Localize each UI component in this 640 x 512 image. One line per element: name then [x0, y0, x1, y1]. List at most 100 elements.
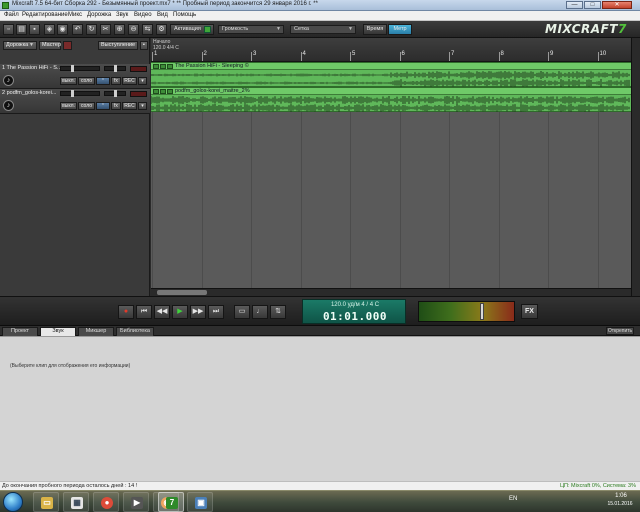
track-menu-icon[interactable]: ▾: [138, 102, 147, 110]
clip-channel-icon[interactable]: [167, 64, 173, 69]
zoom-in-icon[interactable]: ⊕: [114, 24, 125, 35]
track-name[interactable]: 1 The Passion HiFi - S...: [2, 65, 60, 71]
scrollbar-thumb[interactable]: [157, 290, 207, 295]
clip-loop-icon[interactable]: [153, 89, 159, 94]
rewind-to-start-button[interactable]: ⏮: [136, 305, 152, 319]
taskbar-app-media[interactable]: ▶: [123, 492, 149, 512]
import-icon[interactable]: ◈: [44, 24, 55, 35]
tab-library[interactable]: Библиотека: [116, 327, 154, 336]
instrument-icon[interactable]: ♪: [3, 75, 14, 86]
menu-sound[interactable]: Звук: [116, 12, 128, 18]
metronome-button[interactable]: ♩: [252, 305, 268, 319]
open-icon[interactable]: ▤: [16, 24, 27, 35]
save-icon[interactable]: ▪: [29, 24, 40, 35]
track-header-1[interactable]: 1 The Passion HiFi - S... ♪ выкл. соло ⌃…: [0, 64, 150, 89]
loop-icon[interactable]: ⇆: [142, 24, 153, 35]
track-header-2[interactable]: 2 podfm_golos-korei... ♪ выкл. соло ⌃ fx…: [0, 89, 150, 114]
menu-file[interactable]: Файл: [4, 12, 19, 18]
language-indicator[interactable]: EN: [509, 496, 517, 502]
mute-button[interactable]: выкл.: [60, 102, 77, 110]
activation-button[interactable]: Активация: [170, 24, 214, 35]
count-in-button[interactable]: ⇅: [270, 305, 286, 319]
menu-mix[interactable]: Микс: [68, 12, 82, 18]
undock-button[interactable]: Открепить: [606, 327, 634, 335]
master-fx-button[interactable]: FX: [521, 304, 538, 319]
audio-clip-2[interactable]: podfm_golos-korei_maitre_2%: [151, 87, 631, 112]
audio-clip-1[interactable]: The Passion HiFi - Sleeping ©: [151, 62, 631, 87]
menu-edit[interactable]: Редактирование: [22, 12, 68, 18]
cut-icon[interactable]: ✂: [100, 24, 111, 35]
timeline-ruler[interactable]: Начало 120.0 4/4 C 1 2 3 4 5 6 7 8 9 10: [151, 38, 631, 62]
close-button[interactable]: ✕: [602, 1, 632, 9]
fx-button[interactable]: fx: [111, 102, 121, 110]
slider-knob[interactable]: [71, 90, 74, 97]
maximize-button[interactable]: □: [584, 1, 601, 9]
tab-sound[interactable]: Звук: [40, 327, 76, 336]
clock-date[interactable]: 15.01.2016: [601, 501, 639, 507]
fast-forward-button[interactable]: ▶▶: [190, 305, 206, 319]
master-volume-slider[interactable]: [418, 301, 515, 322]
volume-dropdown[interactable]: Громкость ▼: [218, 25, 284, 34]
track-lanes[interactable]: The Passion HiFi - Sleeping © podfm_golo…: [151, 62, 631, 288]
tempo-marker[interactable]: Начало 120.0 4/4 C: [153, 39, 179, 51]
start-button[interactable]: [3, 492, 23, 512]
track-name[interactable]: 2 podfm_golos-korei...: [2, 90, 60, 96]
clock-time[interactable]: 1:06: [605, 493, 637, 499]
taskbar-app-files[interactable]: ▦: [63, 492, 89, 512]
rec-button[interactable]: REC: [122, 77, 137, 85]
solo-button[interactable]: соло: [78, 77, 95, 85]
master-track-button[interactable]: Мастер: [39, 41, 61, 50]
pan-slider[interactable]: [104, 90, 126, 97]
clip-loop-icon[interactable]: [153, 64, 159, 69]
time-display[interactable]: 120.0 уд/м 4 / 4 C 01:01.000: [302, 299, 406, 324]
master-record-icon[interactable]: [63, 41, 72, 50]
taskbar-app-monitor[interactable]: ▣: [187, 492, 213, 512]
pan-slider[interactable]: [104, 65, 126, 72]
meter-mode-button[interactable]: Метр: [388, 24, 412, 35]
mute-button[interactable]: выкл.: [60, 77, 77, 85]
redo-icon[interactable]: ↻: [86, 24, 97, 35]
clip-header[interactable]: The Passion HiFi - Sleeping ©: [151, 63, 631, 70]
taskbar-app-explorer[interactable]: ▭: [33, 492, 59, 512]
solo-button[interactable]: соло: [78, 102, 95, 110]
loop-button[interactable]: ▭: [234, 305, 250, 319]
clip-channel-icon[interactable]: [167, 89, 173, 94]
horizontal-scrollbar[interactable]: [151, 288, 631, 296]
menu-help[interactable]: Помощь: [173, 12, 196, 18]
menu-track[interactable]: Дорожка: [87, 12, 111, 18]
clip-gain-icon[interactable]: [160, 89, 166, 94]
performance-button[interactable]: Выступление: [98, 41, 138, 50]
fx-button[interactable]: fx: [111, 77, 121, 85]
taskbar-app-mixcraft[interactable]: 7: [158, 492, 184, 512]
tab-mixer[interactable]: Микшер: [78, 327, 114, 336]
menu-video[interactable]: Видео: [134, 12, 152, 18]
grid-dropdown[interactable]: Сетка ▼: [290, 25, 356, 34]
automation-icon[interactable]: ⌃: [96, 102, 110, 110]
taskbar-app-chrome[interactable]: ●: [93, 492, 119, 512]
volume-slider[interactable]: [60, 90, 100, 97]
menu-view[interactable]: Вид: [157, 12, 168, 18]
slider-knob[interactable]: [71, 65, 74, 72]
clip-header[interactable]: podfm_golos-korei_maitre_2%: [151, 88, 631, 95]
arm-record-button[interactable]: [130, 66, 147, 72]
rewind-button[interactable]: ◀◀: [154, 305, 170, 319]
slider-knob[interactable]: [480, 303, 484, 320]
zoom-out-icon[interactable]: ⊖: [128, 24, 139, 35]
vertical-scrollbar[interactable]: [631, 38, 640, 296]
clip-gain-icon[interactable]: [160, 64, 166, 69]
rec-button[interactable]: REC: [122, 102, 137, 110]
minimize-button[interactable]: —: [566, 1, 583, 9]
record-button[interactable]: ●: [118, 305, 134, 319]
instrument-icon[interactable]: ♪: [3, 100, 14, 111]
automation-icon[interactable]: ⌃: [96, 77, 110, 85]
volume-slider[interactable]: [60, 65, 100, 72]
settings-icon[interactable]: ⚙: [156, 24, 167, 35]
time-mode-button[interactable]: Время: [363, 24, 387, 35]
add-track-button[interactable]: Дорожка ▼: [3, 41, 37, 50]
record-settings-icon[interactable]: ◉: [57, 24, 68, 35]
arm-record-button[interactable]: [130, 91, 147, 97]
new-icon[interactable]: ▫: [3, 24, 14, 35]
slider-knob[interactable]: [114, 65, 117, 72]
track-menu-icon[interactable]: ▾: [138, 77, 147, 85]
tab-project[interactable]: Проект: [2, 327, 38, 336]
